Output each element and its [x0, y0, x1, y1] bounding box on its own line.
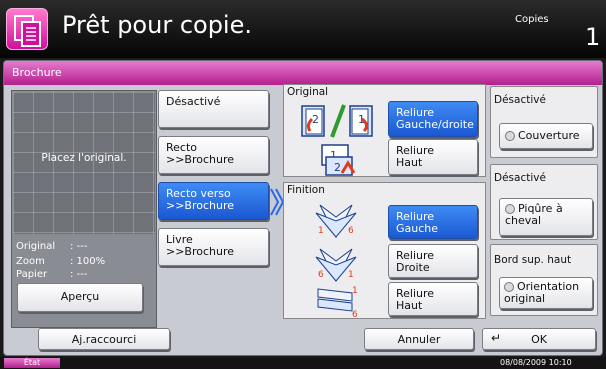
orientation-value: Bord sup. haut — [494, 254, 572, 266]
panel-title: Brochure — [4, 61, 602, 85]
screen-title: Prêt pour copie. — [62, 11, 252, 39]
cover-radio-icon — [505, 131, 515, 141]
ok-button[interactable]: ↵ OK — [482, 328, 596, 350]
original-binding-top-button[interactable]: Reliure Haut — [388, 139, 478, 175]
svg-text:2: 2 — [334, 161, 341, 174]
saddle-stitch-button[interactable]: Piqûre à cheval — [499, 198, 593, 236]
svg-text:1: 1 — [348, 270, 354, 280]
cancel-button[interactable]: Annuler — [364, 328, 474, 350]
paper-info-value: : --- — [70, 269, 88, 280]
header-bar: Prêt pour copie. Copies 1 — [0, 0, 606, 58]
staple-box: Désactivé Piqûre à cheval — [490, 164, 598, 240]
svg-text:6: 6 — [348, 226, 354, 236]
finishing-binding-top-button[interactable]: Reliure Haut — [388, 282, 478, 316]
svg-text:1: 1 — [352, 286, 358, 296]
preview-button[interactable]: Aperçu — [17, 283, 143, 312]
status-button[interactable]: État — [4, 358, 60, 368]
svg-text:6: 6 — [318, 270, 324, 280]
preview-grid: Placez l'original. — [13, 92, 155, 234]
original-info-value: : --- — [70, 241, 88, 252]
date-time: 08/08/2009 10:10 — [500, 358, 572, 367]
svg-text:6: 6 — [352, 310, 358, 319]
booklet-left-icon: 1 6 — [315, 204, 357, 239]
paper-info-label: Papier — [16, 269, 48, 280]
copy-function-icon[interactable] — [6, 8, 48, 50]
saddle-stitch-radio-icon — [505, 204, 515, 214]
mode-duplex-brochure-button[interactable]: Recto verso >>Brochure — [158, 182, 269, 220]
cover-box: Désactivé Couverture — [490, 86, 598, 158]
original-info-label: Original — [16, 241, 56, 252]
svg-text:2: 2 — [312, 113, 319, 126]
finishing-section: Finition 1 6 6 1 1 6 Reliure Gauche Reli… — [283, 182, 486, 319]
mode-off-button[interactable]: Désactivé — [158, 90, 269, 128]
staple-value: Désactivé — [494, 172, 546, 184]
copies-label: Copies — [515, 14, 549, 25]
orientation-box: Bord sup. haut Orientation original — [490, 244, 598, 316]
orientation-button-label: Orientation original — [504, 280, 580, 305]
zoom-info-value: : 100% — [70, 256, 106, 267]
svg-text:1: 1 — [318, 226, 324, 236]
original-section-label: Original — [287, 86, 329, 98]
booklet-right-icon: 6 1 — [315, 248, 357, 283]
binding-left-right-icon: 2 1 — [301, 104, 373, 138]
cover-button-label: Couverture — [518, 129, 580, 142]
finishing-binding-left-button[interactable]: Reliure Gauche — [388, 205, 478, 239]
mode-simplex-brochure-button[interactable]: Recto >>Brochure — [158, 136, 269, 174]
booklet-top-icon: 1 6 — [317, 286, 358, 319]
brochure-panel: Brochure Placez l'original. Original : -… — [3, 60, 603, 356]
original-section: Original 2 1 1 2 Reliure Gauche/droite R… — [283, 84, 486, 177]
add-shortcut-button[interactable]: Aj.raccourci — [38, 328, 170, 350]
cover-button[interactable]: Couverture — [499, 123, 593, 149]
finishing-section-label: Finition — [287, 184, 325, 196]
cover-value: Désactivé — [494, 94, 546, 106]
enter-icon: ↵ — [491, 331, 502, 345]
ok-button-label: OK — [531, 333, 547, 346]
finishing-binding-right-button[interactable]: Reliure Droite — [388, 244, 478, 278]
orientation-radio-icon — [504, 282, 514, 292]
copies-count: 1 — [585, 23, 601, 51]
zoom-info-label: Zoom — [16, 256, 45, 267]
mode-book-brochure-button[interactable]: Livre >>Brochure — [158, 228, 269, 266]
status-footer: État 08/08/2009 10:10 — [0, 357, 606, 369]
binding-top-icon: 1 2 — [321, 144, 356, 176]
original-binding-left-right-button[interactable]: Reliure Gauche/droite — [388, 101, 478, 137]
place-original-message: Placez l'original. — [41, 152, 127, 164]
original-orientation-button[interactable]: Orientation original — [499, 277, 593, 309]
